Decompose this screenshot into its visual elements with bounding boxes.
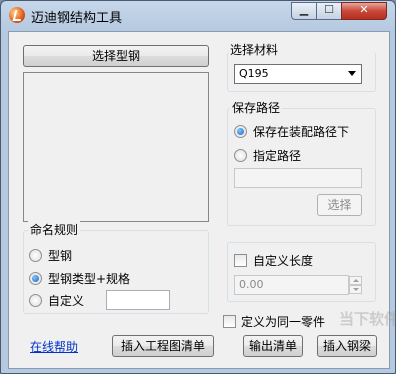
same-part-checkbox[interactable]	[223, 315, 236, 328]
minimize-button[interactable]: ▁	[291, 2, 317, 20]
naming-label: 命名规则	[28, 221, 81, 238]
maximize-button[interactable]: ☐	[316, 2, 342, 20]
browse-path-button[interactable]: 选择	[317, 194, 362, 216]
save-assembly-radio[interactable]	[234, 125, 247, 138]
watermark-logo: 当下软件园	[339, 310, 395, 328]
naming-type-spec-label[interactable]: 型钢类型+规格	[48, 270, 130, 287]
insert-drawing-list-button[interactable]: 插入工程图清单	[112, 335, 214, 357]
save-assembly-label[interactable]: 保存在装配路径下	[253, 123, 349, 140]
app-logo-icon	[9, 7, 25, 23]
dialog-body: 选择型钢 选择材料 Q195 保存路径 保存在装配路径下 指定路径 选择 命名规…	[8, 31, 395, 369]
select-steel-button[interactable]: 选择型钢	[23, 45, 209, 67]
same-part-label[interactable]: 定义为同一零件	[241, 313, 325, 330]
naming-custom-radio[interactable]	[29, 294, 42, 307]
path-input[interactable]	[234, 168, 362, 188]
length-input[interactable]: 0.00	[234, 275, 349, 295]
online-help-link[interactable]: 在线帮助	[30, 338, 78, 355]
length-down-icon[interactable]	[349, 285, 362, 294]
window-title: 迈迪钢结构工具	[31, 11, 123, 26]
naming-custom-label[interactable]: 自定义	[48, 292, 84, 309]
custom-name-input[interactable]	[106, 290, 170, 310]
close-button[interactable]: ✕	[341, 2, 387, 20]
naming-steel-label[interactable]: 型钢	[48, 247, 72, 264]
custom-length-checkbox[interactable]	[234, 254, 247, 267]
title-bar[interactable]: 迈迪钢结构工具 ▁ ☐ ✕	[1, 1, 395, 31]
save-path-label: 保存路径	[230, 99, 283, 116]
specify-path-radio[interactable]	[234, 149, 247, 162]
material-select-value: Q195	[239, 67, 269, 80]
length-up-icon[interactable]	[349, 276, 362, 285]
app-window: 迈迪钢结构工具 ▁ ☐ ✕ 选择型钢 选择材料 Q195 保存路径 保存在装配路…	[0, 0, 396, 374]
custom-length-label[interactable]: 自定义长度	[253, 252, 313, 269]
chevron-down-icon[interactable]	[348, 71, 356, 76]
steel-list[interactable]	[23, 72, 209, 222]
naming-type-spec-radio[interactable]	[29, 272, 42, 285]
specify-path-label[interactable]: 指定路径	[253, 147, 301, 164]
material-select[interactable]: Q195	[234, 64, 362, 84]
insert-steel-button[interactable]: 插入钢梁	[317, 335, 377, 357]
output-list-button[interactable]: 输出清单	[243, 335, 303, 357]
naming-steel-radio[interactable]	[29, 249, 42, 262]
